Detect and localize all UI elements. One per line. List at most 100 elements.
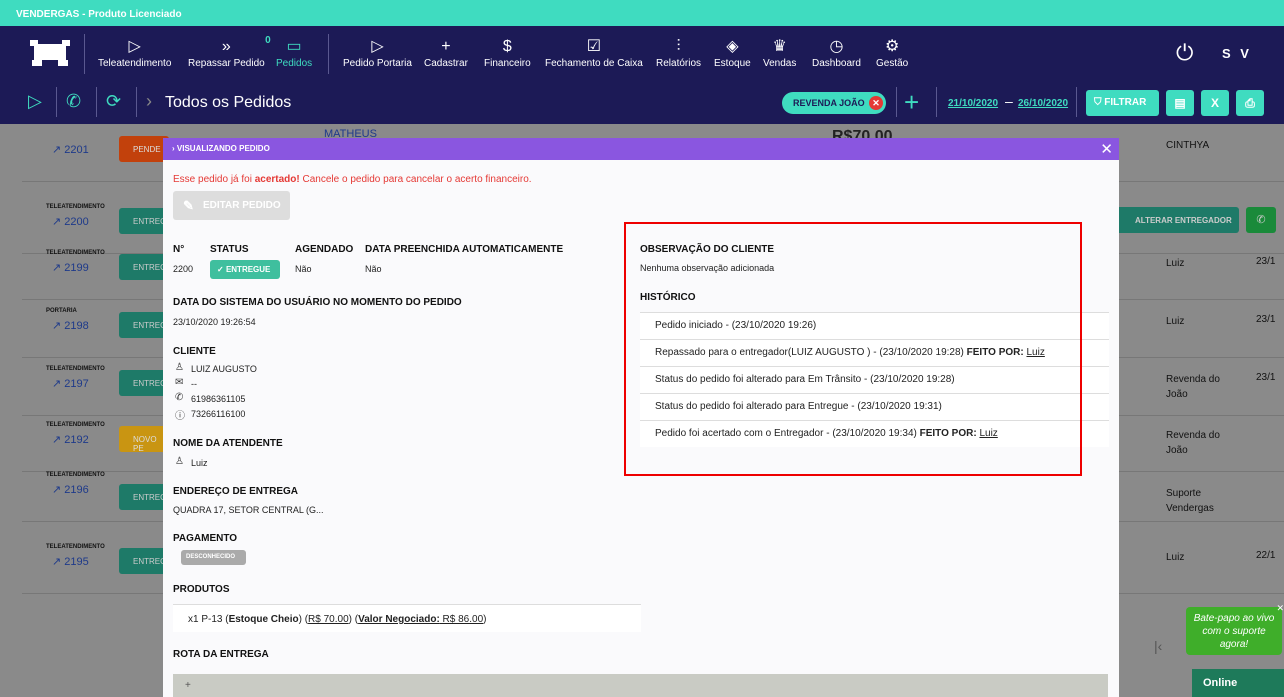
- warning-bold: acertado!: [254, 174, 300, 185]
- toolbar-divider: [136, 87, 137, 117]
- nav-gestao[interactable]: ⚙ Gestão: [876, 38, 908, 69]
- order-number-link[interactable]: ↗ 2196: [52, 483, 89, 496]
- excel-icon: X: [1210, 96, 1219, 110]
- filter-chip[interactable]: REVENDA JOÃO ✕: [782, 92, 886, 114]
- plus-icon: +: [441, 38, 451, 55]
- status-button[interactable]: NOVO PE: [119, 426, 169, 453]
- chat-text: Bate-papo ao vivo com o suporte agora!: [1193, 613, 1275, 650]
- print-button[interactable]: ⎙: [1236, 90, 1264, 116]
- toolbar-divider: [936, 87, 937, 117]
- crown-icon: ♛: [772, 38, 787, 55]
- status-button[interactable]: PENDE: [119, 136, 169, 162]
- nav-dashboard[interactable]: ◷ Dashboard: [812, 38, 861, 69]
- double-chevron-icon: » 0: [188, 35, 271, 58]
- nav-estoque[interactable]: ◈ Estoque: [714, 38, 751, 69]
- online-chat-button[interactable]: Online: [1192, 669, 1284, 697]
- route-map[interactable]: +: [173, 674, 1108, 697]
- nav-pedidos[interactable]: ▭ Pedidos: [276, 38, 312, 69]
- phone-icon: ✆: [175, 392, 184, 403]
- alter-deliverer-button[interactable]: ALTERAR ENTREGADOR: [1113, 207, 1239, 233]
- filter-label: FILTRAR: [1104, 97, 1147, 108]
- product-line: x1 P-13 (Estoque Cheio) (R$ 70.00) (Valo…: [173, 604, 641, 632]
- status-button[interactable]: ENTREG: [119, 312, 169, 338]
- product-sep: ) (: [348, 614, 359, 625]
- order-number-link[interactable]: ↗ 2199: [52, 261, 89, 274]
- product-sep: ) (: [298, 614, 309, 625]
- modal-title: VISUALIZANDO PEDIDO: [176, 144, 270, 153]
- negotiated-value: R$ 86.00: [439, 614, 484, 625]
- nav-pedido-portaria[interactable]: ▷ Pedido Portaria: [343, 38, 412, 69]
- status-button[interactable]: ENTREG: [119, 370, 169, 396]
- send-icon[interactable]: ▷: [28, 91, 42, 112]
- nav-label: Relatórios: [656, 58, 702, 69]
- warning-text: Esse pedido já foi: [173, 174, 255, 185]
- checkbox-icon: ☑: [586, 38, 602, 55]
- nav-relatorios[interactable]: ⫶ Relatórios: [656, 38, 701, 69]
- row-type-tag: PORTARIA: [46, 308, 77, 314]
- order-number: 2200: [173, 264, 194, 274]
- status-button[interactable]: ENTREG: [119, 548, 169, 574]
- label-auto-date: DATA PREENCHIDA AUTOMATICAMENTE: [365, 244, 564, 255]
- status-button[interactable]: ENTREG: [119, 254, 169, 280]
- close-icon[interactable]: ✕: [869, 96, 883, 110]
- client-phone-1: 61986361105: [191, 394, 246, 404]
- client-phone-2: 73266116100: [191, 409, 246, 419]
- dollar-icon: $: [502, 38, 512, 55]
- gears-icon: ⚙: [884, 38, 900, 55]
- nav-label: Pedidos: [276, 58, 313, 69]
- phone-icon[interactable]: ✆: [66, 91, 81, 112]
- nav-label: Gestão: [876, 58, 909, 69]
- send-icon: ▷: [371, 38, 384, 55]
- chat-bubble[interactable]: Bate-papo ao vivo com o suporte agora! ✕: [1186, 603, 1284, 655]
- order-number: 2199: [64, 262, 89, 274]
- date-to[interactable]: 26/10/2020: [1018, 98, 1068, 109]
- order-number: 2192: [64, 434, 89, 446]
- label-address: ENDEREÇO DE ENTREGA: [173, 486, 299, 497]
- status-text: ENTREGUE: [225, 265, 271, 274]
- nav-cadastrar[interactable]: + Cadastrar: [424, 38, 468, 69]
- zoom-in-icon[interactable]: +: [185, 680, 191, 691]
- clock-icon: ◷: [829, 38, 844, 55]
- order-number-link[interactable]: ↗ 2200: [52, 215, 89, 228]
- order-number-link[interactable]: ↗ 2201: [52, 143, 89, 156]
- power-icon[interactable]: ⏻: [1176, 40, 1193, 66]
- date-separator: –: [1005, 93, 1013, 109]
- pager-first-icon[interactable]: |‹: [1154, 638, 1162, 654]
- order-number-link[interactable]: ↗ 2195: [52, 555, 89, 568]
- pdf-export-button[interactable]: ▤: [1166, 90, 1194, 116]
- order-number: 2196: [64, 484, 89, 496]
- label-scheduled: AGENDADO: [295, 244, 354, 255]
- edit-order-button[interactable]: ✎ EDITAR PEDIDO: [173, 191, 290, 220]
- add-icon[interactable]: +: [904, 87, 919, 118]
- nav-vendas[interactable]: ♛ Vendas: [763, 38, 796, 69]
- address-value: QUADRA 17, SETOR CENTRAL (G...: [173, 505, 324, 515]
- nav-repassar-pedido[interactable]: » 0 Repassar Pedido: [188, 35, 271, 69]
- nav-badge: 0: [265, 35, 271, 46]
- nav-teleatendimento[interactable]: ▷ Teleatendimento: [98, 38, 171, 69]
- status-button[interactable]: ENTREG: [119, 208, 169, 234]
- label-system-date: DATA DO SISTEMA DO USUÁRIO NO MOMENTO DO…: [173, 297, 462, 308]
- order-number-link[interactable]: ↗ 2192: [52, 433, 89, 446]
- settled-warning: Esse pedido já foi acertado! Cancele o p…: [173, 174, 532, 185]
- whatsapp-button[interactable]: ✆: [1246, 207, 1276, 233]
- row-type-tag: TELEATENDIMENTO: [46, 472, 105, 478]
- user-initials[interactable]: S V: [1222, 46, 1252, 61]
- logo-icon[interactable]: [30, 38, 70, 68]
- modal-header: › VISUALIZANDO PEDIDO ✕: [163, 138, 1119, 160]
- nav-financeiro[interactable]: $ Financeiro: [484, 38, 531, 69]
- date-from[interactable]: 21/10/2020: [948, 98, 998, 109]
- close-icon[interactable]: ✕: [1100, 140, 1113, 158]
- row-type-tag: TELEATENDIMENTO: [46, 250, 105, 256]
- nav-fechamento-caixa[interactable]: ☑ Fechamento de Caixa: [545, 38, 643, 69]
- order-number-link[interactable]: ↗ 2197: [52, 377, 89, 390]
- filter-button[interactable]: ⛉ FILTRAR: [1086, 90, 1159, 116]
- status-button[interactable]: ENTREG: [119, 484, 169, 510]
- refresh-icon[interactable]: ⟳: [106, 91, 121, 112]
- excel-export-button[interactable]: X: [1201, 90, 1229, 116]
- pdf-icon: ▤: [1174, 96, 1186, 110]
- nav-label: Financeiro: [484, 58, 531, 69]
- close-icon[interactable]: ✕: [1276, 602, 1284, 615]
- order-number: 2201: [64, 144, 89, 156]
- row-col-date: 23/1: [1256, 372, 1276, 383]
- order-number-link[interactable]: ↗ 2198: [52, 319, 89, 332]
